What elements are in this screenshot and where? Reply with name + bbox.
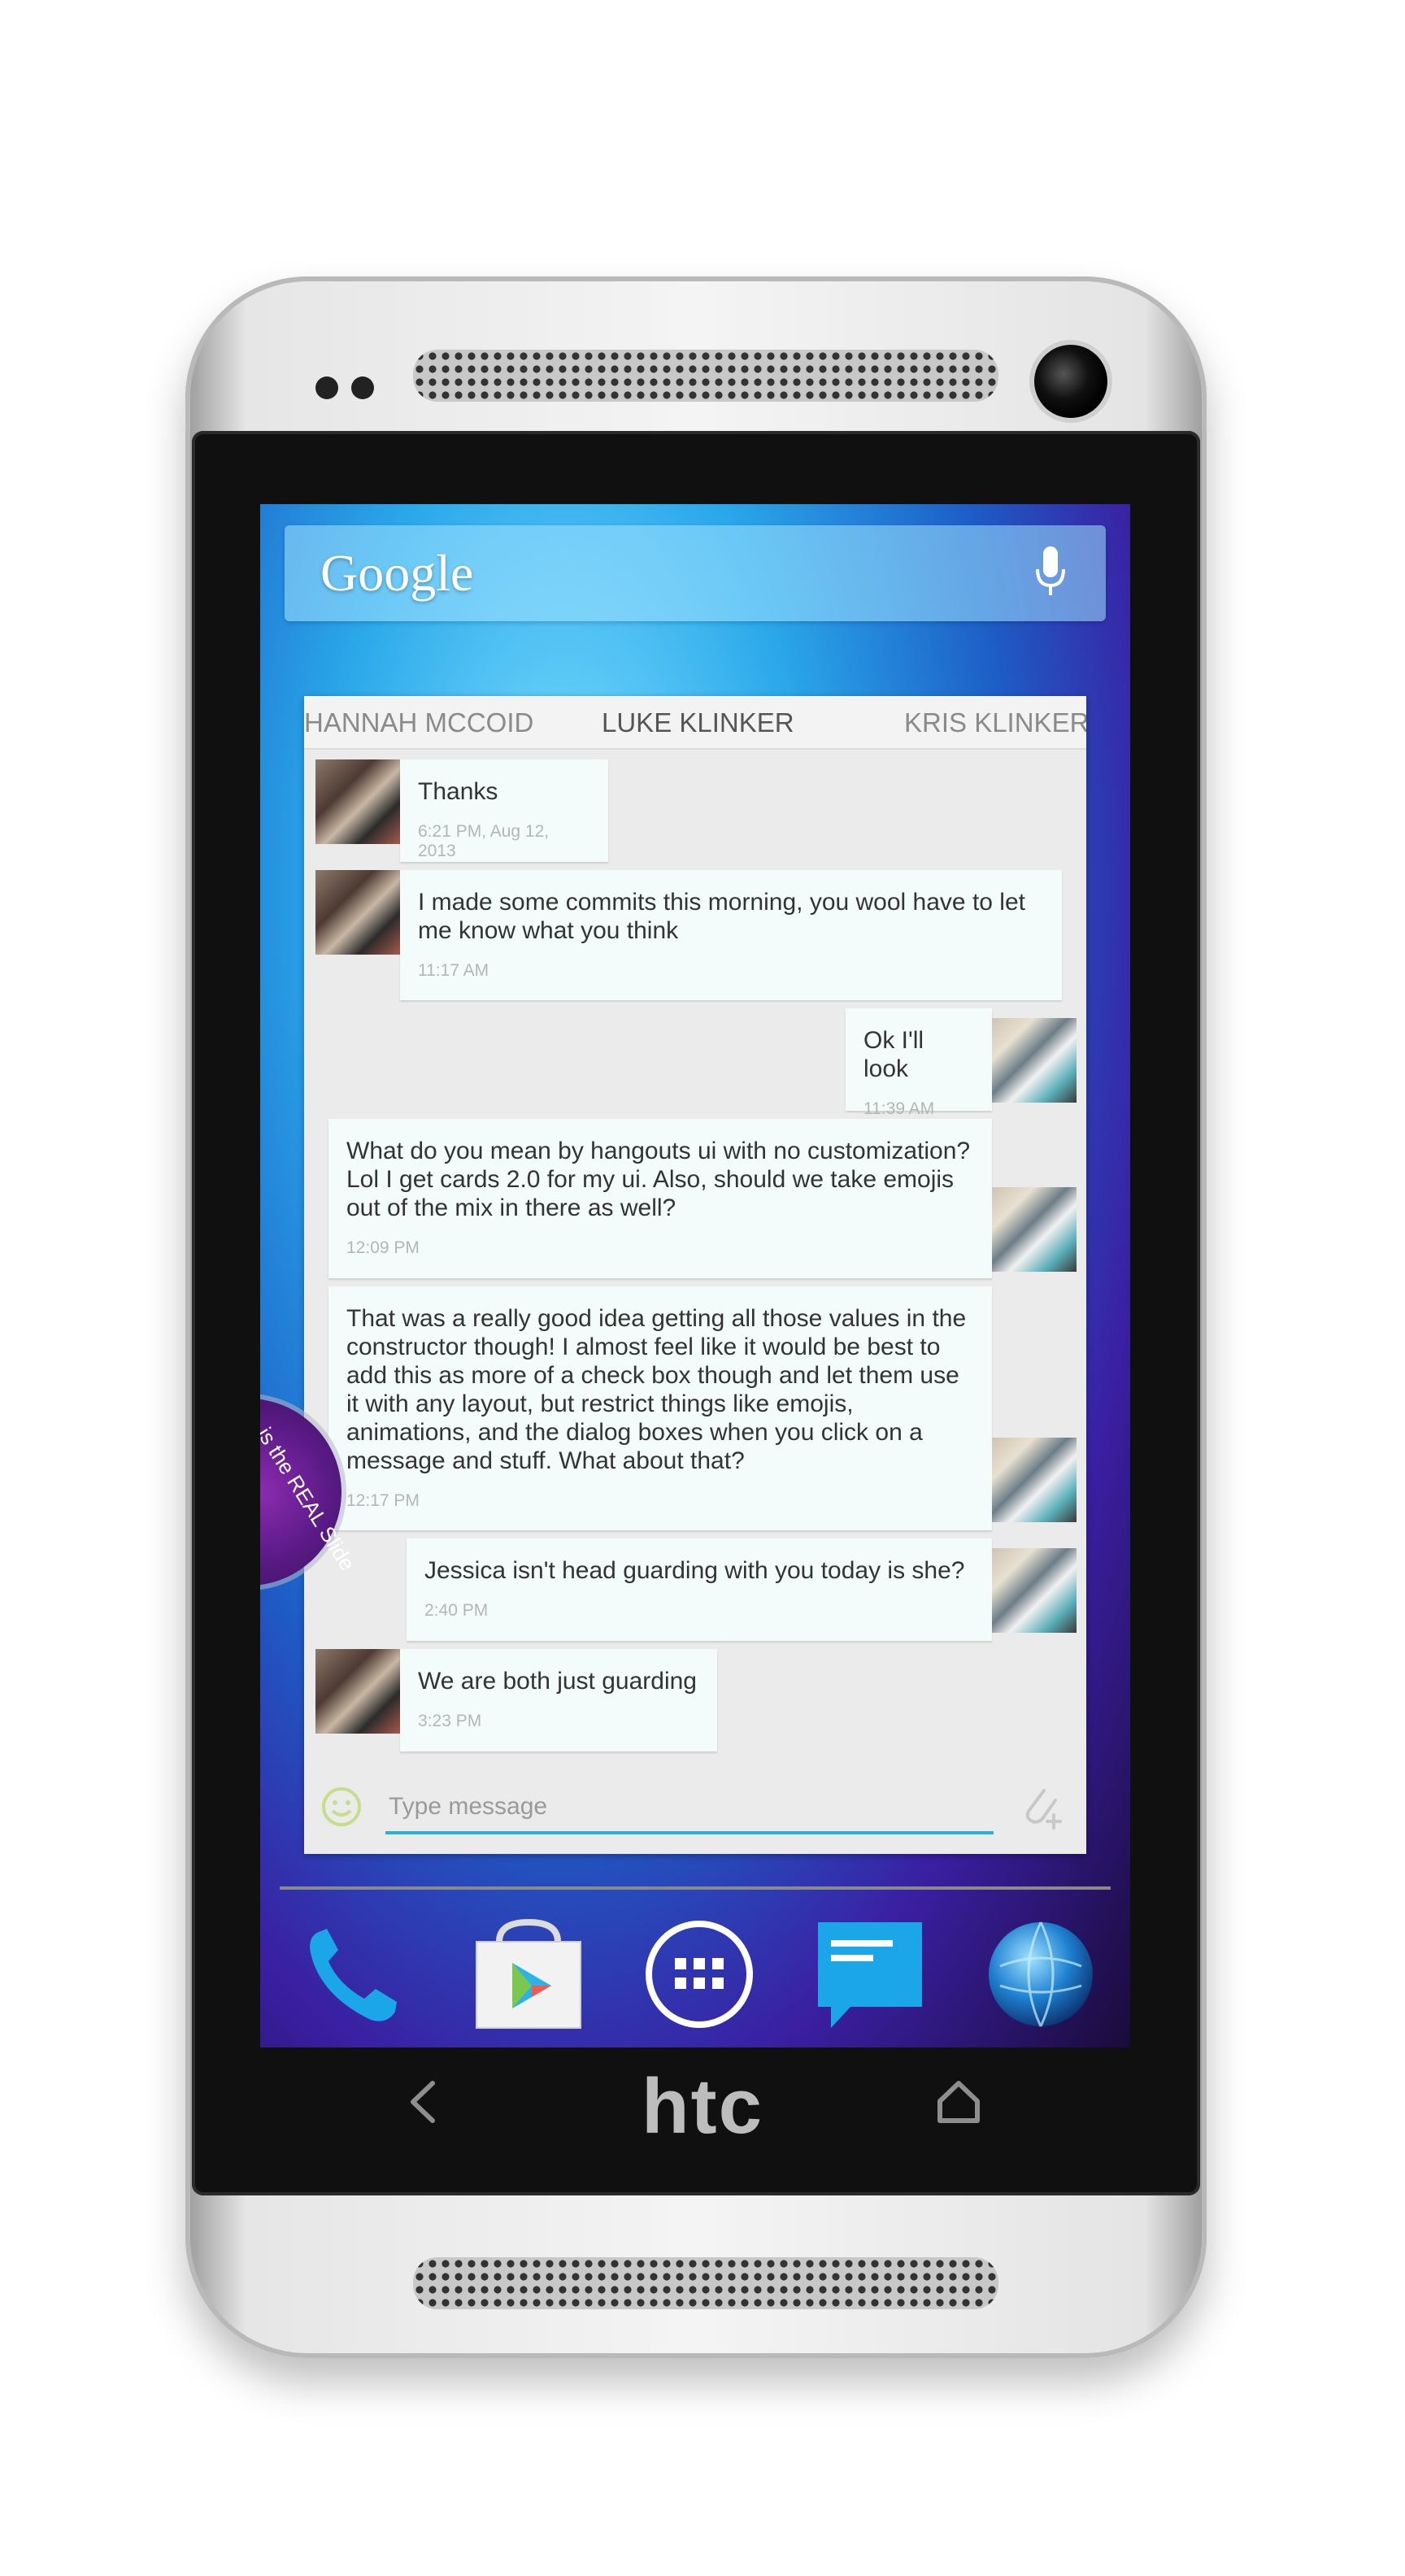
light-sensor	[351, 376, 374, 399]
message-text: That was a really good idea getting all …	[346, 1305, 967, 1474]
contact-tabs: HANNAH MCCOID LUKE KLINKER KRIS KLINKER	[304, 696, 1086, 750]
message-time: 11:39 AM	[863, 1099, 935, 1118]
back-icon[interactable]	[397, 2073, 454, 2130]
browser-icon[interactable]	[984, 1917, 1098, 2031]
list-item[interactable]: That was a really good idea getting all …	[328, 1286, 992, 1530]
proximity-sensor	[315, 376, 338, 399]
app-drawer-icon[interactable]	[642, 1917, 756, 2031]
list-item[interactable]: Thanks 6:21 PM, Aug 12, 2013	[400, 759, 608, 862]
message-time: 3:23 PM	[418, 1712, 482, 1730]
home-screen: Google HANNAH MCCOID LUKE KLINKER KRIS K…	[260, 504, 1130, 2047]
htc-logo: htc	[642, 2063, 763, 2150]
google-logo: Google	[320, 544, 474, 602]
message-time: 12:09 PM	[346, 1238, 420, 1257]
avatar[interactable]	[315, 759, 400, 844]
avatar[interactable]	[992, 1018, 1077, 1103]
tab-kris-klinker[interactable]: KRIS KLINKER	[904, 707, 1086, 738]
list-item[interactable]: Ok I'll look 11:39 AM	[846, 1008, 992, 1118]
message-text: We are both just guarding	[418, 1668, 697, 1695]
dock-divider	[280, 1886, 1111, 1890]
message-text: Ok I'll look	[863, 1027, 924, 1082]
avatar[interactable]	[992, 1548, 1077, 1633]
message-time: 11:17 AM	[418, 961, 489, 980]
message-composer	[304, 1768, 1086, 1854]
list-item[interactable]: We are both just guarding 3:23 PM	[400, 1649, 717, 1751]
home-icon[interactable]	[930, 2073, 987, 2130]
microphone-icon[interactable]	[1034, 546, 1067, 600]
list-item[interactable]: I made some commits this morning, you wo…	[400, 870, 1062, 1000]
bottom-speaker-grille	[413, 2257, 998, 2309]
message-text: What do you mean by hangouts ui with no …	[346, 1138, 971, 1221]
attach-icon[interactable]	[1020, 1782, 1065, 1831]
message-time: 12:17 PM	[346, 1491, 420, 1510]
message-text: I made some commits this morning, you wo…	[418, 889, 1025, 944]
list-item[interactable]: Jessica isn't head guarding with you tod…	[407, 1538, 992, 1641]
play-store-icon[interactable]	[472, 1917, 585, 2031]
avatar[interactable]	[315, 1649, 400, 1734]
slider-label: is the REAL Slide	[260, 1423, 360, 1575]
tab-hannah-mccoid[interactable]: HANNAH MCCOID	[304, 707, 533, 738]
message-text: Thanks	[418, 778, 498, 805]
list-item[interactable]: What do you mean by hangouts ui with no …	[328, 1119, 992, 1278]
message-text: Jessica isn't head guarding with you tod…	[424, 1557, 965, 1584]
tab-luke-klinker[interactable]: LUKE KLINKER	[602, 707, 794, 738]
message-time: 2:40 PM	[424, 1601, 489, 1620]
google-search-bar[interactable]: Google	[285, 525, 1106, 621]
avatar[interactable]	[315, 870, 400, 955]
front-camera	[1034, 345, 1107, 418]
top-speaker-grille	[413, 350, 998, 402]
message-input[interactable]	[385, 1782, 994, 1834]
avatar[interactable]	[992, 1187, 1077, 1272]
message-time: 6:21 PM, Aug 12, 2013	[418, 822, 550, 860]
phone-icon[interactable]	[296, 1917, 410, 2031]
conversation-widget: HANNAH MCCOID LUKE KLINKER KRIS KLINKER …	[304, 696, 1086, 1854]
messaging-icon[interactable]	[813, 1917, 927, 2031]
avatar[interactable]	[992, 1438, 1077, 1522]
emoji-icon[interactable]	[320, 1786, 363, 1828]
